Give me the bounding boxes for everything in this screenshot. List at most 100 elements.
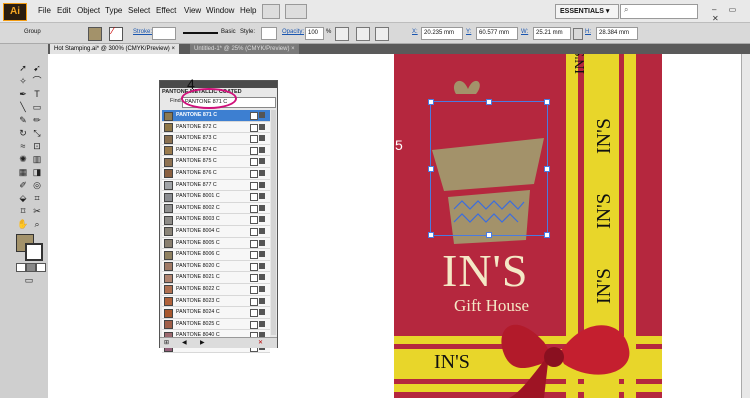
slice-tool-icon[interactable]: ⌗	[30, 192, 44, 205]
swatch-row[interactable]: PANTONE 8023 C	[162, 295, 270, 308]
window-controls[interactable]: – ▭ ✕	[712, 5, 750, 23]
gradient-tool-icon[interactable]: ◨	[30, 166, 44, 179]
free-transform-tool-icon[interactable]: ⊡	[30, 140, 44, 153]
scissors-tool-icon[interactable]: ✂	[30, 205, 44, 218]
selection-bounding-box[interactable]	[430, 101, 548, 236]
arrange-documents-icon[interactable]	[285, 4, 307, 19]
workspace-switcher[interactable]: ESSENTIALS ▾	[555, 4, 619, 19]
x-label[interactable]: X:	[412, 29, 418, 35]
swatch-row[interactable]: PANTONE 8001 C	[162, 191, 270, 203]
close-tab-icon[interactable]: ×	[291, 46, 295, 52]
y-position-field[interactable]: 60.577 mm	[476, 27, 518, 40]
menu-object[interactable]: Object	[77, 6, 100, 15]
symbol-sprayer-tool-icon[interactable]: ✺	[16, 153, 30, 166]
blend-tool-icon[interactable]: ◎	[30, 179, 44, 192]
swatch-row[interactable]: PANTONE 872 C	[162, 121, 270, 134]
bridge-icon[interactable]	[262, 4, 280, 19]
next-library-icon[interactable]: ▶	[200, 339, 205, 346]
swatch-row[interactable]: PANTONE 8006 C	[162, 249, 270, 261]
eyedropper-tool-icon[interactable]: ✐	[16, 179, 30, 192]
close-tab-icon[interactable]: ×	[171, 46, 175, 52]
swatch-row[interactable]: PANTONE 8022 C	[162, 283, 270, 296]
vertical-scrollbar[interactable]	[741, 54, 750, 398]
column-graph-tool-icon[interactable]: ▥	[30, 153, 44, 166]
swatch-row[interactable]: PANTONE 8024 C	[162, 307, 270, 319]
height-label[interactable]: H:	[585, 29, 591, 35]
previous-library-icon[interactable]: ◀	[182, 339, 187, 346]
menu-effect[interactable]: Effect	[156, 6, 176, 15]
selection-handle[interactable]	[486, 99, 492, 105]
align-icon[interactable]	[356, 27, 370, 41]
panel-scrollbar[interactable]	[271, 110, 276, 335]
swatch-row[interactable]: PANTONE 8020 C	[162, 260, 270, 273]
color-mode-icon[interactable]	[16, 263, 26, 272]
selection-handle[interactable]	[486, 232, 492, 238]
swatch-row[interactable]: PANTONE 8004 C	[162, 225, 270, 238]
screen-mode-icon[interactable]: ▭	[22, 274, 36, 287]
selection-handle[interactable]	[428, 232, 434, 238]
delete-icon[interactable]: ✕	[258, 339, 263, 346]
swatch-row[interactable]: PANTONE 871 C	[162, 110, 270, 122]
width-field[interactable]: 25.21 mm	[533, 27, 571, 40]
stroke-color-swatch[interactable]: ⁄	[109, 26, 123, 41]
recolor-icon[interactable]	[335, 27, 349, 41]
brush-stroke-preview[interactable]	[183, 32, 218, 34]
menu-type[interactable]: Type	[105, 6, 122, 15]
menu-help[interactable]: Help	[240, 6, 256, 15]
swatch-row[interactable]: PANTONE 8021 C	[162, 272, 270, 284]
reference-point-icon[interactable]	[375, 27, 389, 41]
selection-handle[interactable]	[428, 166, 434, 172]
live-paint-tool-icon[interactable]: ⬙	[16, 192, 30, 205]
tab-untitled-1[interactable]: Untitled-1* @ 25% (CMYK/Preview) ×	[190, 44, 299, 54]
mesh-tool-icon[interactable]: ▦	[16, 166, 30, 179]
paintbrush-tool-icon[interactable]: ✎	[16, 114, 30, 127]
rectangle-tool-icon[interactable]: ▭	[30, 101, 44, 114]
pencil-tool-icon[interactable]: ✏	[30, 114, 44, 127]
swatch-row[interactable]: PANTONE 874 C	[162, 144, 270, 157]
hand-tool-icon[interactable]: ✋	[16, 218, 30, 231]
stroke-label[interactable]: Stroke:	[133, 29, 152, 35]
selection-tool-icon[interactable]: ➚	[16, 62, 30, 75]
swatch-library-icon[interactable]: ⊞	[164, 339, 169, 346]
artboard-tool-icon[interactable]: ⌑	[16, 205, 30, 218]
gradient-mode-icon[interactable]	[26, 263, 36, 272]
line-tool-icon[interactable]: ╲	[16, 101, 30, 114]
fill-color-swatch[interactable]	[88, 27, 102, 41]
opacity-label[interactable]: Opacity:	[282, 29, 304, 35]
selection-handle[interactable]	[544, 232, 550, 238]
menu-edit[interactable]: Edit	[57, 6, 71, 15]
swatch-row[interactable]: PANTONE 8003 C	[162, 214, 270, 226]
height-field[interactable]: 28.384 mm	[596, 27, 638, 40]
x-position-field[interactable]: 20.235 mm	[421, 27, 463, 40]
swatch-row[interactable]: PANTONE 8002 C	[162, 202, 270, 215]
swatch-row[interactable]: PANTONE 875 C	[162, 156, 270, 168]
search-input[interactable]: ⌕	[620, 4, 698, 19]
warp-tool-icon[interactable]: ≈	[16, 140, 30, 153]
panel-header-bar[interactable]	[160, 81, 277, 88]
scale-tool-icon[interactable]: ⤡	[30, 127, 44, 140]
y-label[interactable]: Y:	[466, 29, 471, 35]
pen-tool-icon[interactable]: ✒	[16, 88, 30, 101]
selection-handle[interactable]	[544, 99, 550, 105]
swatch-row[interactable]: PANTONE 8025 C	[162, 318, 270, 331]
none-mode-icon[interactable]	[36, 263, 46, 272]
magic-wand-tool-icon[interactable]: ✧	[16, 75, 30, 88]
direct-selection-tool-icon[interactable]: ➹	[30, 62, 44, 75]
selection-handle[interactable]	[428, 99, 434, 105]
brush-definition-label[interactable]: Basic	[221, 29, 236, 35]
rotate-tool-icon[interactable]: ↻	[16, 127, 30, 140]
selection-handle[interactable]	[544, 166, 550, 172]
tab-hot-stamping[interactable]: Hot Stamping.ai* @ 300% (CMYK/Preview) ×	[50, 44, 179, 54]
type-tool-icon[interactable]: T	[30, 88, 44, 101]
opacity-field[interactable]: 100	[305, 27, 324, 40]
stroke-weight-field[interactable]	[152, 27, 176, 40]
menu-select[interactable]: Select	[128, 6, 150, 15]
menu-file[interactable]: File	[38, 6, 51, 15]
swatch-row[interactable]: PANTONE 876 C	[162, 167, 270, 180]
menu-window[interactable]: Window	[206, 6, 234, 15]
width-label[interactable]: W:	[521, 29, 528, 35]
graphic-style-picker[interactable]	[261, 27, 277, 40]
menu-view[interactable]: View	[184, 6, 201, 15]
swatch-row[interactable]: PANTONE 873 C	[162, 133, 270, 145]
swatch-row[interactable]: PANTONE 877 C	[162, 179, 270, 192]
